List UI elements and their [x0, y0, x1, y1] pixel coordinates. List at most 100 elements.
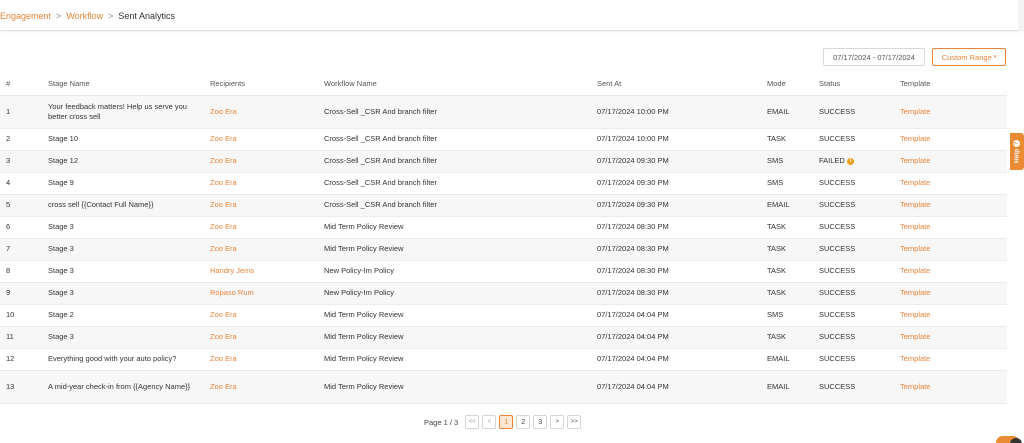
breadcrumb-engagement[interactable]: Engagement	[0, 11, 51, 21]
workflow-name-text: Cross-Sell _CSR And branch filter	[324, 106, 437, 116]
table-row[interactable]: 11 Stage 3 Zoo Era Mid Term Policy Review 07…	[0, 326, 1007, 349]
recipient-link[interactable]: Zoo Era	[210, 194, 324, 217]
recipient-link-text[interactable]: Handry Jems	[210, 266, 254, 275]
table-row[interactable]: 13 A mid-year check-in from {{Agency Name…	[0, 370, 1007, 404]
recipient-link[interactable]: Zoo Era	[210, 172, 324, 195]
recipient-link[interactable]: Zoo Era	[210, 150, 324, 173]
template-link-text[interactable]: Template	[900, 288, 930, 297]
template-link-text[interactable]: Template	[900, 332, 930, 341]
stage-name-text: Stage 3	[48, 266, 74, 275]
template-link[interactable]: Template	[900, 216, 1007, 239]
workflow-name-text: Mid Term Policy Review	[324, 354, 404, 363]
recipient-link[interactable]: Zoo Era	[210, 95, 324, 129]
chat-widget-icon[interactable]	[1010, 438, 1022, 443]
column-header-workflow-name: Workflow Name	[324, 73, 597, 96]
recipient-link-text[interactable]: Zoo Era	[210, 222, 237, 231]
recipient-link[interactable]: Zoo Era	[210, 128, 324, 151]
status: SUCCESS	[819, 260, 900, 283]
date-range-input[interactable]: 07/17/2024 - 07/17/2024	[823, 48, 925, 66]
template-link-text[interactable]: Template	[900, 222, 930, 231]
workflow-name: Mid Term Policy Review	[324, 238, 597, 261]
template-link-text[interactable]: Template	[900, 382, 930, 391]
mode-text: TASK	[767, 332, 787, 341]
recipient-link-text[interactable]: Ropaso Rum	[210, 288, 254, 297]
recipient-link[interactable]: Zoo Era	[210, 348, 324, 371]
stage-name: A mid-year check-in from {{Agency Name}}	[48, 370, 210, 404]
table-row[interactable]: 2 Stage 10 Zoo Era Cross-Sell _CSR And bran…	[0, 128, 1007, 151]
recipient-link[interactable]: Ropaso Rum	[210, 282, 324, 305]
template-link[interactable]: Template	[900, 260, 1007, 283]
page-button-2[interactable]: 2	[516, 415, 531, 429]
page-button-3[interactable]: 3	[533, 415, 548, 429]
mode: SMS	[767, 172, 819, 195]
custom-range-button[interactable]: Custom Range ▾	[932, 48, 1006, 66]
help-button[interactable]: Help ?	[1010, 133, 1024, 170]
template-link[interactable]: Template	[900, 150, 1007, 173]
template-link-text[interactable]: Template	[900, 200, 930, 209]
sent-at: 07/17/2024 04:04 PM	[597, 326, 767, 349]
template-link-text[interactable]: Template	[900, 354, 930, 363]
sent-at: 07/17/2024 04:04 PM	[597, 304, 767, 327]
template-link-text[interactable]: Template	[900, 134, 930, 143]
next-page-button[interactable]: >	[550, 415, 565, 429]
page-button-1[interactable]: 1	[499, 415, 514, 429]
table-row[interactable]: 3 Stage 12 Zoo Era Cross-Sell _CSR And bran…	[0, 150, 1007, 173]
template-link-text[interactable]: Template	[900, 107, 930, 116]
recipient-link-text[interactable]: Zoo Era	[210, 107, 237, 116]
template-link[interactable]: Template	[900, 128, 1007, 151]
recipient-link-text[interactable]: Zoo Era	[210, 354, 237, 363]
template-link[interactable]: Template	[900, 370, 1007, 404]
column-header-sent-at: Sent At	[597, 73, 767, 96]
recipient-link[interactable]: Zoo Era	[210, 216, 324, 239]
info-icon[interactable]: i	[846, 157, 854, 165]
recipient-link-text[interactable]: Zoo Era	[210, 156, 237, 165]
template-link-text[interactable]: Template	[900, 178, 930, 187]
table-row[interactable]: 8 Stage 3 Handry Jems New Policy-Im Policy 0…	[0, 260, 1007, 283]
template-link-text[interactable]: Template	[900, 266, 930, 275]
table-row[interactable]: 4 Stage 9 Zoo Era Cross-Sell _CSR And branc…	[0, 172, 1007, 195]
recipient-link[interactable]: Zoo Era	[210, 238, 324, 261]
recipient-link-text[interactable]: Zoo Era	[210, 382, 237, 391]
template-link[interactable]: Template	[900, 238, 1007, 261]
recipient-link-text[interactable]: Zoo Era	[210, 134, 237, 143]
recipient-link[interactable]: Zoo Era	[210, 370, 324, 404]
recipient-link-text[interactable]: Zoo Era	[210, 244, 237, 253]
template-link[interactable]: Template	[900, 95, 1007, 129]
page-number-group: 123	[499, 415, 550, 429]
template-link-text[interactable]: Template	[900, 244, 930, 253]
row-number-text: 7	[6, 244, 11, 253]
breadcrumb-workflow[interactable]: Workflow	[66, 11, 103, 21]
sent-at-text: 07/17/2024 08:30 PM	[597, 244, 669, 253]
template-link-text[interactable]: Template	[900, 310, 930, 319]
table-row[interactable]: 6 Stage 3 Zoo Era Mid Term Policy Review 07/…	[0, 216, 1007, 239]
template-link[interactable]: Template	[900, 326, 1007, 349]
template-link[interactable]: Template	[900, 348, 1007, 371]
recipient-link[interactable]: Zoo Era	[210, 304, 324, 327]
table-row[interactable]: 1 Your feedback matters! Help us serve yo…	[0, 95, 1007, 129]
table-row[interactable]: 12 Everything good with your auto policy?…	[0, 348, 1007, 371]
pagination: Page 1 / 3 << < 123 > >>	[424, 415, 584, 429]
workflow-name: New Policy-Im Policy	[324, 282, 597, 305]
table-row[interactable]: 7 Stage 3 Zoo Era Mid Term Policy Review 07/…	[0, 238, 1007, 261]
recipient-link-text[interactable]: Zoo Era	[210, 200, 237, 209]
prev-page-button[interactable]: <	[482, 415, 497, 429]
recipient-link[interactable]: Zoo Era	[210, 326, 324, 349]
recipient-link-text[interactable]: Zoo Era	[210, 310, 237, 319]
last-page-button[interactable]: >>	[567, 415, 582, 429]
recipient-link-text[interactable]: Zoo Era	[210, 332, 237, 341]
table-row[interactable]: 9 Stage 3 Ropaso Rum New Policy-Im Policy 07…	[0, 282, 1007, 305]
row-number-text: 10	[6, 310, 15, 319]
recipient-link[interactable]: Handry Jems	[210, 260, 324, 283]
first-page-button[interactable]: <<	[465, 415, 480, 429]
recipient-link-text[interactable]: Zoo Era	[210, 178, 237, 187]
mode: TASK	[767, 238, 819, 261]
template-link-text[interactable]: Template	[900, 156, 930, 165]
template-link[interactable]: Template	[900, 172, 1007, 195]
workflow-name: Mid Term Policy Review	[324, 326, 597, 349]
table-row[interactable]: 5 cross sell {{Contact Full Name}} Zoo Era…	[0, 194, 1007, 217]
template-link[interactable]: Template	[900, 304, 1007, 327]
scrollbar-track[interactable]	[1018, 0, 1024, 31]
template-link[interactable]: Template	[900, 194, 1007, 217]
table-row[interactable]: 10 Stage 2 Zoo Era Mid Term Policy Review 07…	[0, 304, 1007, 327]
template-link[interactable]: Template	[900, 282, 1007, 305]
